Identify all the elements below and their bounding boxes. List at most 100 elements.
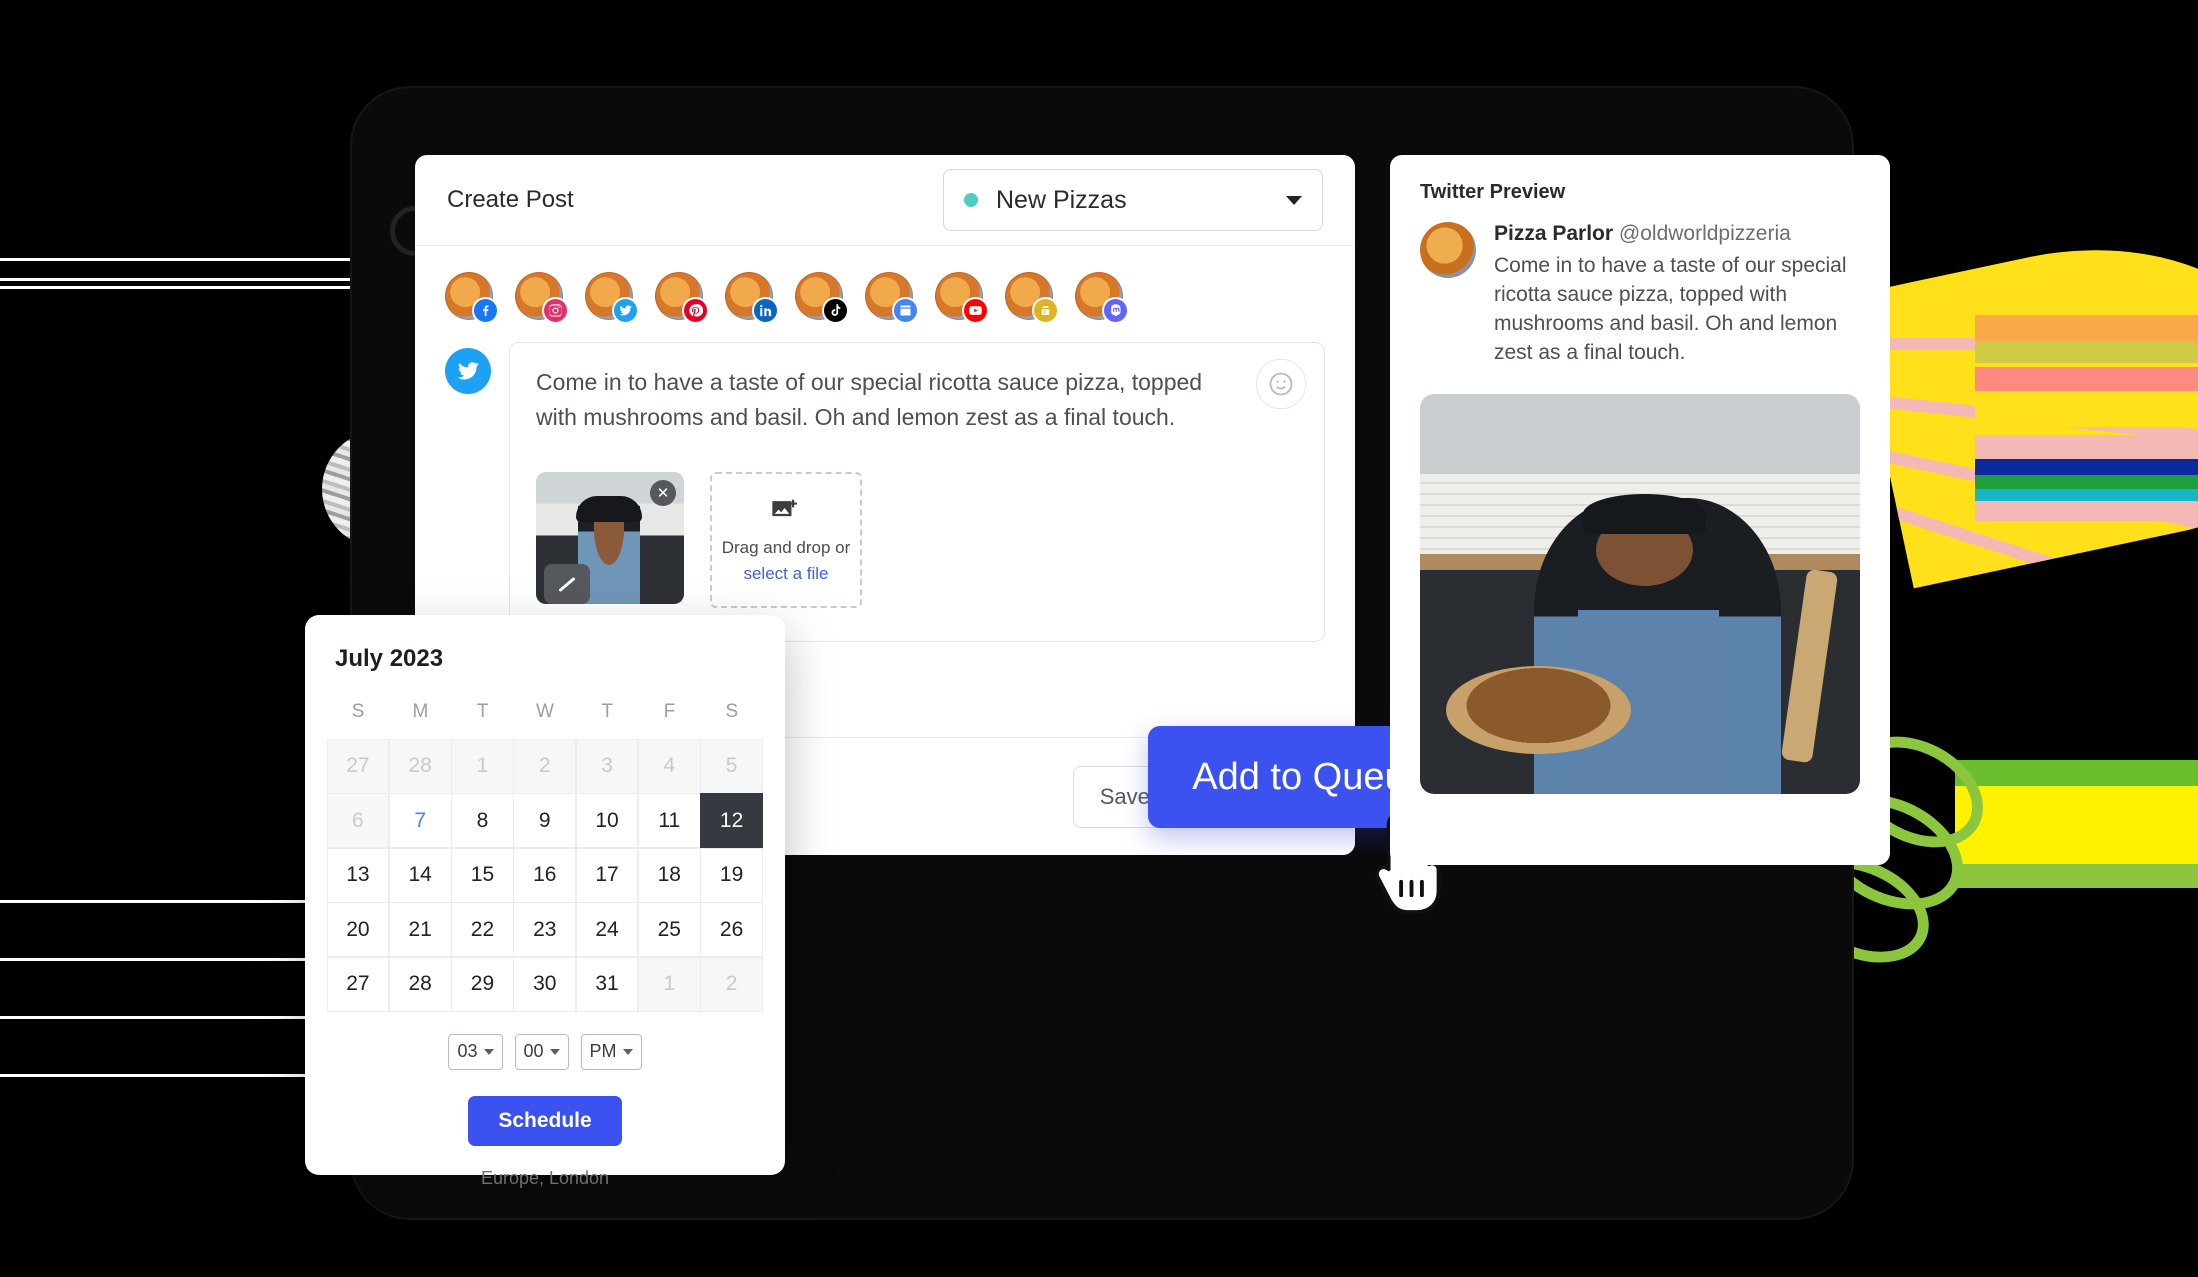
youtube-icon [962,297,989,324]
post-text-editor[interactable]: Come in to have a taste of our special r… [509,342,1325,642]
mastodon-icon [1102,297,1129,324]
minute-value: 00 [523,1041,544,1061]
preview-image-detail [1780,568,1839,764]
calendar-day-21[interactable]: 21 [388,902,452,957]
preview-image [1420,393,1860,794]
decor-line [0,958,330,961]
meridiem-select[interactable]: PM [580,1033,642,1070]
decor-line [0,1016,330,1019]
account-avatar-youtube[interactable] [935,272,989,324]
screenshot-stage: Create Post New Pizzas Come in to have a… [0,0,2198,1277]
twitter-icon [445,348,491,394]
hour-select[interactable]: 03 [448,1033,503,1070]
calendar-dow-0: S [351,701,365,722]
account-selector-row [415,246,1355,328]
account-avatar-tiktok[interactable] [795,272,849,324]
chevron-down-icon [549,1048,560,1055]
panel-header: Create Post New Pizzas [415,155,1355,245]
calendar-day-12[interactable]: 12 [700,793,763,848]
emoji-picker-button[interactable] [1256,359,1306,409]
account-avatar-google-business[interactable] [865,272,919,324]
decor-stripes-bottom [1955,760,2198,900]
preview-tweet: Pizza Parlor @oldworldpizzeria Come in t… [1420,222,1860,368]
calendar-day-18[interactable]: 18 [637,847,701,903]
calendar-day-26[interactable]: 26 [700,902,763,957]
preview-title: Twitter Preview [1420,181,1566,203]
chevron-down-icon [622,1048,633,1055]
calendar-day-31[interactable]: 31 [575,956,639,1012]
media-attachments: ✕ Drag and drop or select a file [536,472,1244,608]
calendar-day-8[interactable]: 8 [451,793,514,848]
chevron-down-icon [483,1048,494,1055]
account-avatar-instagram[interactable] [515,272,569,324]
calendar-day-24[interactable]: 24 [575,902,639,957]
calendar-day-27[interactable]: 27 [326,956,390,1012]
calendar-day-7[interactable]: 7 [388,793,452,848]
thumbnail-image-detail [576,496,642,522]
campaign-label: New Pizzas [996,185,1127,214]
calendar-day-9[interactable]: 9 [513,793,577,848]
preview-image-detail [1446,665,1632,754]
calendar-day-6: 6 [326,793,390,848]
file-dropzone[interactable]: Drag and drop or select a file [710,472,862,608]
calendar-day-16[interactable]: 16 [513,847,577,903]
calendar-day-11[interactable]: 11 [637,793,701,848]
avatar [1420,222,1476,278]
minute-select[interactable]: 00 [514,1033,569,1070]
emoji-icon [1269,372,1293,396]
account-avatar-linkedin[interactable] [725,272,779,324]
decor-stripes-top [1975,285,2198,535]
calendar-day-2: 2 [513,738,577,794]
calendar-day-17[interactable]: 17 [575,847,639,903]
remove-attachment-button[interactable]: ✕ [650,480,676,506]
select-file-link[interactable]: select a file [743,564,828,584]
calendar-month-title: July 2023 [335,645,444,672]
decor-line [0,900,330,903]
calendar-day-25[interactable]: 25 [637,902,701,957]
calendar-day-30[interactable]: 30 [513,956,577,1012]
calendar-day-1: 1 [637,956,701,1012]
preview-tweet-body: Pizza Parlor @oldworldpizzeria Come in t… [1494,222,1860,368]
calendar-day-20[interactable]: 20 [326,902,390,957]
calendar-day-3: 3 [575,738,639,794]
calendar-day-29[interactable]: 29 [451,956,514,1012]
twitter-preview-panel: Twitter Preview Pizza Parlor @oldworldpi… [1390,155,1890,865]
preview-image-detail [1582,493,1706,534]
calendar-day-22[interactable]: 22 [451,902,514,957]
calendar-dow-1: M [412,701,429,722]
calendar-day-10[interactable]: 10 [575,793,639,848]
timezone-label: Europe, London [480,1167,610,1188]
account-avatar-mastodon[interactable] [1075,272,1129,324]
decor-line [0,286,360,289]
account-avatar-twitter[interactable] [585,272,639,324]
calendar-day-13[interactable]: 13 [326,847,390,903]
instagram-icon [542,297,569,324]
twitter-icon [612,297,639,324]
edit-attachment-button[interactable] [544,564,590,604]
calendar-day-19[interactable]: 19 [700,847,763,903]
attachment-thumbnail[interactable]: ✕ [536,472,684,604]
post-text: Come in to have a taste of our special r… [536,369,1203,430]
dropzone-label: Drag and drop or [721,537,851,557]
calendar-day-28[interactable]: 28 [388,956,452,1012]
calendar-day-14[interactable]: 14 [388,847,452,903]
calendar-dow-4: T [601,701,614,722]
schedule-calendar-popover: July 2023 SMTWTFS 27 28 1 2 3 4 5 6 7 8 9 10 11 12 13 1… [305,615,785,1188]
calendar-day-15[interactable]: 15 [451,847,514,903]
account-avatar-shopify[interactable] [1005,272,1059,324]
calendar-day-23[interactable]: 23 [513,902,577,957]
composer-area: Come in to have a taste of our special r… [415,328,1355,642]
tiktok-icon [822,297,849,324]
calendar-day-4: 4 [637,738,701,794]
schedule-button[interactable]: Schedule [468,1095,622,1146]
campaign-selector[interactable]: New Pizzas [943,169,1323,231]
calendar-dow-6: S [725,701,739,722]
preview-account-handle: @oldworldpizzeria [1618,222,1791,245]
schedule-action: Schedule [327,1095,763,1146]
calendar-day-2: 2 [700,956,763,1012]
account-avatar-facebook[interactable] [445,272,499,324]
preview-content: Twitter Preview Pizza Parlor @oldworldpi… [1390,155,1890,820]
decor-line [0,258,360,261]
hour-value: 03 [457,1041,478,1061]
account-avatar-pinterest[interactable] [655,272,709,324]
